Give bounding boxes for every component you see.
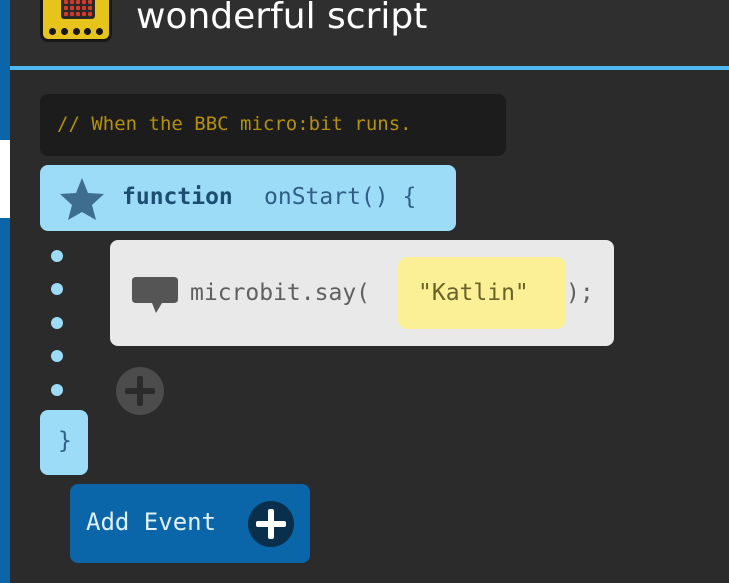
- star-icon: [60, 178, 104, 220]
- close-brace: }: [58, 428, 72, 454]
- microbit-pins: [49, 28, 103, 36]
- microbit-led-grid: [61, 0, 95, 19]
- sidebar-strip-middle: [0, 140, 10, 218]
- say-statement-block[interactable]: microbit.say( "Katlin" );: [110, 240, 614, 346]
- comment-text: // When the BBC micro:bit runs.: [57, 113, 412, 135]
- say-call-close: );: [566, 280, 594, 306]
- function-keyword: function: [122, 184, 233, 210]
- function-close-block[interactable]: }: [40, 410, 88, 475]
- speech-bubble-icon: [132, 277, 178, 313]
- function-signature[interactable]: onStart() {: [264, 184, 416, 210]
- sidebar-strip-top: [0, 0, 10, 140]
- header-divider: [10, 66, 729, 70]
- plus-circle-icon: [248, 501, 294, 547]
- add-event-button[interactable]: Add Event: [70, 484, 310, 563]
- say-call-text: microbit.say(: [190, 280, 371, 306]
- microbit-board-icon[interactable]: [40, 0, 112, 42]
- script-title[interactable]: wonderful script: [136, 0, 427, 37]
- add-event-label: Add Event: [86, 508, 217, 536]
- sidebar-strip-bottom: [0, 218, 10, 583]
- string-argument-value: "Katlin": [418, 280, 529, 306]
- add-statement-button[interactable]: [116, 367, 164, 415]
- function-block[interactable]: function onStart() {: [40, 165, 456, 231]
- string-argument[interactable]: "Katlin": [398, 257, 566, 329]
- comment-block[interactable]: // When the BBC micro:bit runs.: [40, 94, 506, 156]
- plus-icon: [125, 376, 155, 406]
